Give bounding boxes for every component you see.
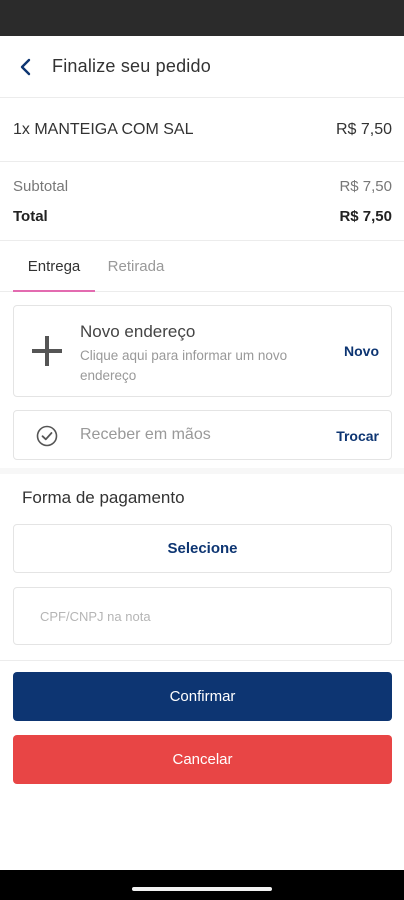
change-delivery-button[interactable]: Trocar (336, 428, 379, 444)
order-summary: Subtotal R$ 7,50 Total R$ 7,50 (0, 163, 404, 241)
system-nav-bar (0, 870, 404, 900)
confirm-button[interactable]: Confirmar (13, 672, 392, 721)
cpf-cnpj-input[interactable] (14, 588, 391, 644)
hand-delivery-card[interactable]: Receber em mãos Trocar (13, 410, 392, 460)
chevron-left-icon (20, 58, 31, 75)
new-address-description: Clique aqui para informar um novo endere… (80, 348, 288, 383)
subtotal-label: Subtotal (13, 177, 69, 195)
new-address-button[interactable]: Novo (344, 343, 379, 359)
delivery-tabs: Entrega Retirada (0, 242, 404, 292)
cancel-button[interactable]: Cancelar (13, 735, 392, 784)
home-indicator[interactable] (132, 887, 272, 891)
plus-icon (32, 336, 62, 366)
order-item-label: 1x MANTEIGA COM SAL (13, 120, 194, 138)
total-label: Total (13, 207, 48, 225)
payment-section-title: Forma de pagamento (22, 488, 185, 507)
order-item-row: 1x MANTEIGA COM SAL R$ 7,50 (0, 98, 404, 162)
order-item-price: R$ 7,50 (335, 120, 392, 138)
check-circle-icon (36, 425, 58, 447)
new-address-card[interactable]: Novo endereço Clique aqui para informar … (13, 305, 392, 397)
back-button[interactable] (0, 36, 52, 98)
payment-select-button[interactable]: Selecione (13, 524, 392, 573)
hand-delivery-label: Receber em mãos (80, 426, 211, 443)
page-title: Finalize seu pedido (52, 56, 211, 76)
status-bar (0, 0, 404, 36)
total-value: R$ 7,50 (339, 207, 392, 225)
section-divider (0, 468, 404, 474)
subtotal-row: Subtotal R$ 7,50 (13, 171, 392, 201)
cpf-field-wrapper (13, 587, 392, 645)
total-row: Total R$ 7,50 (13, 201, 392, 231)
app-header: Finalize seu pedido (0, 36, 404, 98)
new-address-title: Novo endereço (80, 322, 196, 341)
tab-retirada[interactable]: Retirada (95, 242, 177, 291)
tab-entrega[interactable]: Entrega (13, 242, 95, 292)
subtotal-value: R$ 7,50 (339, 177, 392, 195)
